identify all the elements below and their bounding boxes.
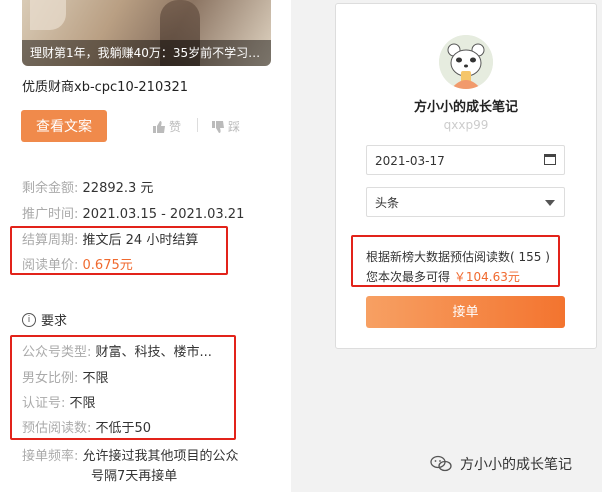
accept-order-button[interactable]: 接单 — [366, 296, 565, 328]
article-banner[interactable]: 理财第1年，我躺赚40万：35岁前不学习… — [22, 0, 271, 66]
watermark-text: 方小小的成长笔记 — [460, 457, 572, 473]
dislike-label: 踩 — [228, 120, 241, 134]
estimate-highlight — [351, 235, 560, 287]
frequency-row: 接单频率: 允许接过我其他项目的公众 — [22, 445, 239, 464]
chevron-down-icon — [545, 200, 555, 206]
frequency-value: 允许接过我其他项目的公众 — [82, 449, 239, 464]
vote-divider — [197, 118, 198, 132]
balance-value: 22892.3 元 — [82, 181, 154, 196]
settle-label: 结算周期: — [22, 233, 79, 248]
thumbs-up-icon — [153, 120, 165, 133]
period-label: 推广时间: — [22, 207, 79, 222]
frequency-label: 接单频率: — [22, 449, 79, 464]
account-type-value: 财富、科技、楼市... — [95, 345, 212, 360]
order-card: 方小小的成长笔记 qxxp99 2021-03-17 头条 根据新榜大数据预估阅… — [335, 3, 597, 349]
info-icon: i — [22, 312, 36, 327]
reads-label: 预估阅读数: — [22, 421, 92, 436]
view-copy-button[interactable]: 查看文案 — [21, 110, 107, 142]
certification-row: 认证号: 不限 — [22, 392, 96, 411]
account-id: qxxp99 — [443, 118, 489, 132]
settle-value: 推文后 24 小时结算 — [82, 233, 199, 248]
calendar-icon[interactable] — [544, 154, 556, 165]
account-type-label: 公众号类型: — [22, 345, 92, 360]
gender-row: 男女比例: 不限 — [22, 367, 109, 386]
task-detail-panel: 理财第1年，我躺赚40万：35岁前不学习… 优质财商xb-cpc10-21032… — [0, 0, 291, 492]
date-input[interactable]: 2021-03-17 — [366, 145, 565, 175]
price-value: 0.675元 — [82, 258, 133, 273]
period-value: 2021.03.15 - 2021.03.21 — [82, 207, 245, 222]
frequency-value-cont: 号隔7天再接单 — [91, 469, 178, 484]
like-label: 赞 — [169, 120, 182, 134]
product-name: 优质财商xb-cpc10-210321 — [22, 80, 189, 95]
like-button[interactable]: 赞 — [152, 118, 181, 135]
certification-label: 认证号: — [22, 396, 66, 411]
banner-caption: 理财第1年，我躺赚40万：35岁前不学习… — [22, 40, 271, 66]
price-label: 阅读单价: — [22, 258, 79, 273]
position-select[interactable]: 头条 — [366, 187, 565, 217]
period-row: 推广时间: 2021.03.15 - 2021.03.21 — [22, 203, 244, 222]
gender-value: 不限 — [82, 371, 109, 386]
frequency-row-cont: 号隔7天再接单 — [91, 465, 177, 484]
balance-row: 剩余金额: 22892.3 元 — [22, 177, 153, 196]
wechat-icon — [430, 455, 452, 472]
reads-row: 预估阅读数: 不低于50 — [22, 417, 151, 436]
gender-label: 男女比例: — [22, 371, 79, 386]
bear-avatar-icon — [439, 35, 493, 89]
settle-row: 结算周期: 推文后 24 小时结算 — [22, 229, 198, 248]
price-row: 阅读单价: 0.675元 — [22, 254, 133, 273]
account-type-row: 公众号类型: 财富、科技、楼市... — [22, 341, 212, 360]
dislike-button[interactable]: 踩 — [211, 118, 240, 135]
balance-label: 剩余金额: — [22, 181, 79, 196]
avatar — [439, 35, 493, 89]
reads-value: 不低于50 — [95, 421, 152, 436]
watermark: 方小小的成长笔记 — [430, 454, 572, 474]
certification-value: 不限 — [69, 396, 96, 411]
account-name: 方小小的成长笔记 — [413, 100, 518, 115]
requirements-title: i 要求 — [22, 310, 67, 329]
thumbs-down-icon — [212, 120, 224, 133]
